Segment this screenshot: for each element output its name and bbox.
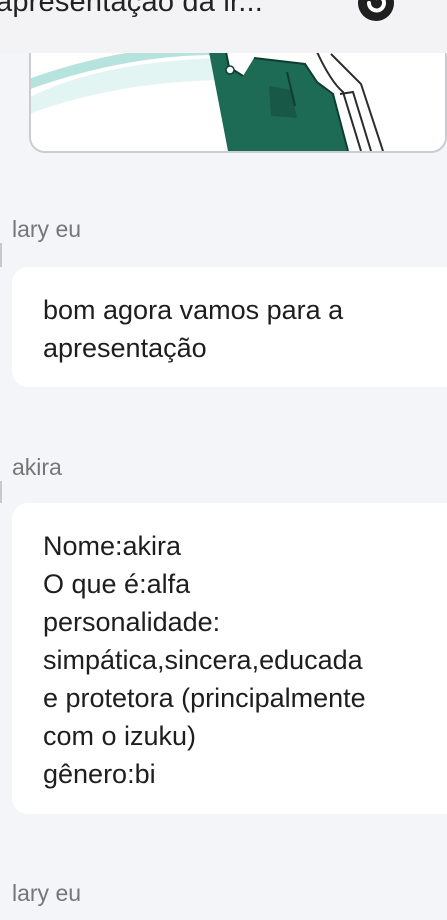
thread-edge	[0, 481, 2, 503]
message-bubble[interactable]: Nome:akira O que é:alfa personalidade: s…	[12, 503, 447, 814]
top-bar: apresentaçao da ir...	[0, 0, 447, 53]
message-sender[interactable]: lary eu	[12, 880, 81, 907]
message-bubble[interactable]: bom agora vamos para a apresentação	[12, 267, 447, 387]
message-text: Nome:akira O que é:alfa personalidade: s…	[43, 531, 366, 789]
chat-title[interactable]: apresentaçao da ir...	[0, 0, 263, 19]
thread-edge	[0, 243, 2, 267]
message-text: bom agora vamos para a apresentação	[43, 295, 344, 363]
message-sender[interactable]: akira	[12, 454, 62, 481]
message-sender[interactable]: lary eu	[12, 216, 81, 243]
reload-icon[interactable]	[357, 0, 395, 22]
